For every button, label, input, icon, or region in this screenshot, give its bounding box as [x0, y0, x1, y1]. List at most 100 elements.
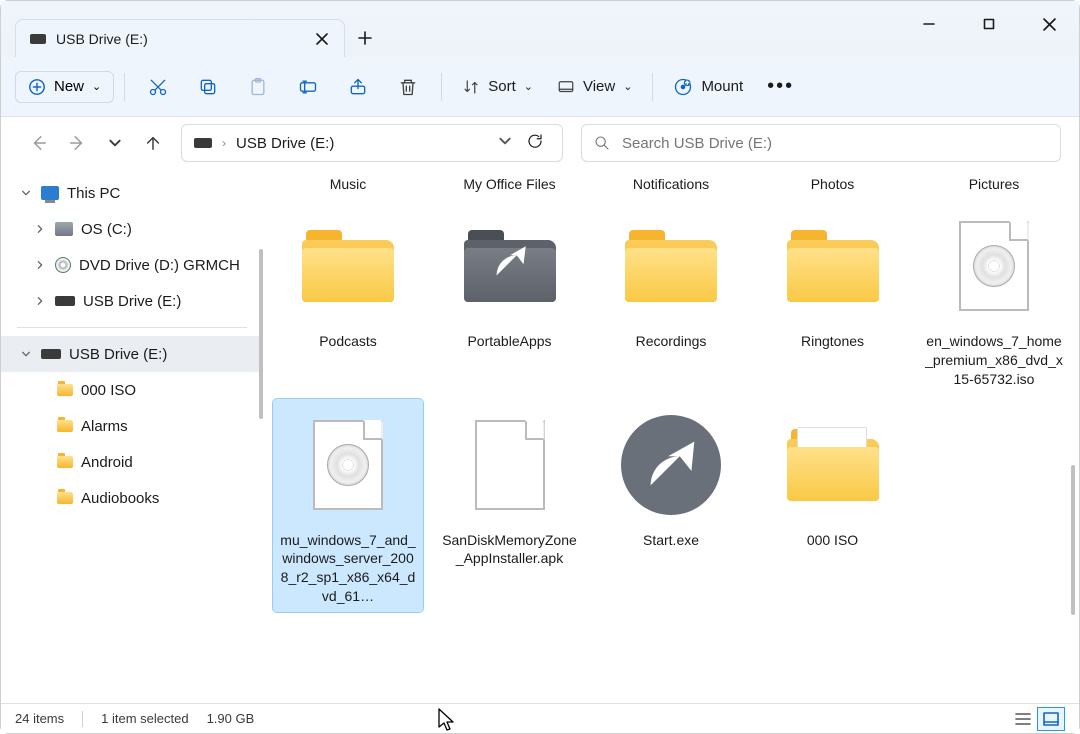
folder-icon [57, 456, 73, 468]
breadcrumb-separator: › [222, 136, 226, 150]
file-item-iso[interactable]: en_windows_7_home_premium_x86_dvd_x15-65… [919, 200, 1069, 395]
folder-item[interactable]: Music [273, 169, 423, 200]
up-button[interactable] [143, 133, 163, 153]
tab-close-button[interactable] [310, 27, 334, 51]
window-maximize-button[interactable] [959, 1, 1019, 47]
search-input[interactable] [622, 135, 1048, 152]
delete-button[interactable] [385, 67, 431, 107]
rename-button[interactable] [285, 67, 331, 107]
mount-button[interactable]: Mount [663, 71, 753, 103]
folder-item-recordings[interactable]: Recordings [596, 200, 746, 395]
more-button[interactable]: ••• [757, 75, 804, 98]
sidebar-label: OS (C:) [81, 221, 132, 238]
sidebar-item-usb[interactable]: USB Drive (E:) [1, 283, 263, 319]
item-label: Notifications [633, 175, 709, 194]
folder-item[interactable]: Photos [758, 169, 908, 200]
back-button[interactable] [29, 133, 49, 153]
folder-item[interactable]: My Office Files [435, 169, 585, 200]
chevron-right-icon [33, 224, 47, 234]
item-label: mu_windows_7_and_windows_server_2008_r2_… [279, 531, 417, 607]
status-selected: 1 item selected [101, 711, 188, 726]
pc-icon [41, 186, 59, 200]
tab-title: USB Drive (E:) [56, 31, 148, 47]
chevron-down-icon [19, 349, 33, 359]
sidebar-item-dvd[interactable]: DVD Drive (D:) GRMCH [1, 247, 263, 283]
folder-icon [302, 230, 394, 302]
sidebar-item-os-c[interactable]: OS (C:) [1, 211, 263, 247]
file-item-apk[interactable]: SanDiskMemoryZone_AppInstaller.apk [435, 399, 585, 613]
file-item-start-exe[interactable]: Start.exe [596, 399, 746, 613]
item-label: SanDiskMemoryZone_AppInstaller.apk [441, 531, 579, 569]
item-label: 000 ISO [807, 531, 858, 550]
folder-with-docs-icon [787, 429, 879, 501]
new-button-label: New [54, 78, 84, 95]
search-icon [594, 135, 610, 151]
folder-item[interactable]: Notifications [596, 169, 746, 200]
window-minimize-button[interactable] [899, 1, 959, 47]
sidebar-folder[interactable]: Audiobooks [1, 480, 263, 516]
view-button[interactable]: View ⌄ [547, 72, 642, 102]
sidebar-label: Android [81, 454, 133, 471]
navigation-pane: This PC OS (C:) DVD Drive (D:) GRMCH USB… [1, 169, 263, 733]
item-label: PortableApps [467, 332, 551, 351]
folder-item-podcasts[interactable]: Podcasts [273, 200, 423, 395]
mouse-cursor-icon [437, 707, 457, 733]
folder-item[interactable]: Pictures [919, 169, 1069, 200]
sidebar-item-this-pc[interactable]: This PC [1, 175, 263, 211]
chevron-down-icon: ⌄ [92, 80, 101, 93]
folder-item-000iso[interactable]: 000 ISO [758, 399, 908, 613]
items-view[interactable]: Music My Office Files Notifications Phot… [263, 169, 1079, 733]
status-size: 1.90 GB [207, 711, 255, 726]
folder-item-ringtones[interactable]: Ringtones [758, 200, 908, 395]
file-icon [475, 420, 545, 510]
window-close-button[interactable] [1019, 1, 1079, 47]
large-icons-view-button[interactable] [1037, 707, 1065, 731]
chevron-down-icon [19, 188, 33, 198]
share-button[interactable] [335, 67, 381, 107]
item-label: Pictures [969, 175, 1020, 194]
address-bar[interactable]: › USB Drive (E:) [181, 124, 563, 162]
search-box[interactable] [581, 124, 1061, 162]
forward-button[interactable] [67, 133, 87, 153]
item-label: Photos [811, 175, 855, 194]
recent-locations-button[interactable] [105, 133, 125, 153]
file-item-iso-selected[interactable]: mu_windows_7_and_windows_server_2008_r2_… [273, 399, 423, 613]
folder-icon [57, 384, 73, 396]
breadcrumb-segment[interactable]: USB Drive (E:) [236, 135, 334, 152]
sidebar-folder[interactable]: 000 ISO [1, 372, 263, 408]
refresh-button[interactable] [526, 132, 544, 155]
details-view-button[interactable] [1009, 707, 1037, 731]
separator [17, 327, 247, 328]
title-bar: USB Drive (E:) [1, 1, 1079, 57]
sort-button[interactable]: Sort ⌄ [452, 72, 543, 102]
content-scrollbar[interactable] [1071, 465, 1075, 615]
sidebar-folder[interactable]: Android [1, 444, 263, 480]
folder-item-portableapps[interactable]: PortableApps [435, 200, 585, 395]
new-button[interactable]: New ⌄ [15, 71, 114, 103]
item-label: My Office Files [463, 175, 555, 194]
iso-file-icon [313, 420, 383, 510]
hard-drive-icon [55, 222, 73, 236]
dvd-drive-icon [55, 257, 71, 273]
separator [441, 73, 442, 101]
sidebar-item-usb-expanded[interactable]: USB Drive (E:) [1, 336, 263, 372]
chevron-right-icon [33, 296, 47, 306]
address-dropdown-button[interactable] [498, 134, 512, 153]
chevron-right-icon [33, 260, 47, 270]
sidebar-label: 000 ISO [81, 382, 136, 399]
sidebar-label: USB Drive (E:) [69, 346, 167, 363]
folder-icon [625, 230, 717, 302]
sidebar-label: Alarms [81, 418, 128, 435]
usb-drive-icon [55, 296, 75, 306]
paste-button[interactable] [235, 67, 281, 107]
browser-tab[interactable]: USB Drive (E:) [15, 19, 345, 57]
item-label: Music [330, 175, 367, 194]
sidebar-folder[interactable]: Alarms [1, 408, 263, 444]
copy-button[interactable] [185, 67, 231, 107]
cut-button[interactable] [135, 67, 181, 107]
item-label: Start.exe [643, 531, 699, 550]
new-tab-button[interactable] [345, 19, 385, 57]
status-bar: 24 items 1 item selected 1.90 GB [1, 703, 1079, 733]
item-label: en_windows_7_home_premium_x86_dvd_x15-65… [925, 332, 1063, 389]
chevron-down-icon: ⌄ [524, 80, 533, 93]
